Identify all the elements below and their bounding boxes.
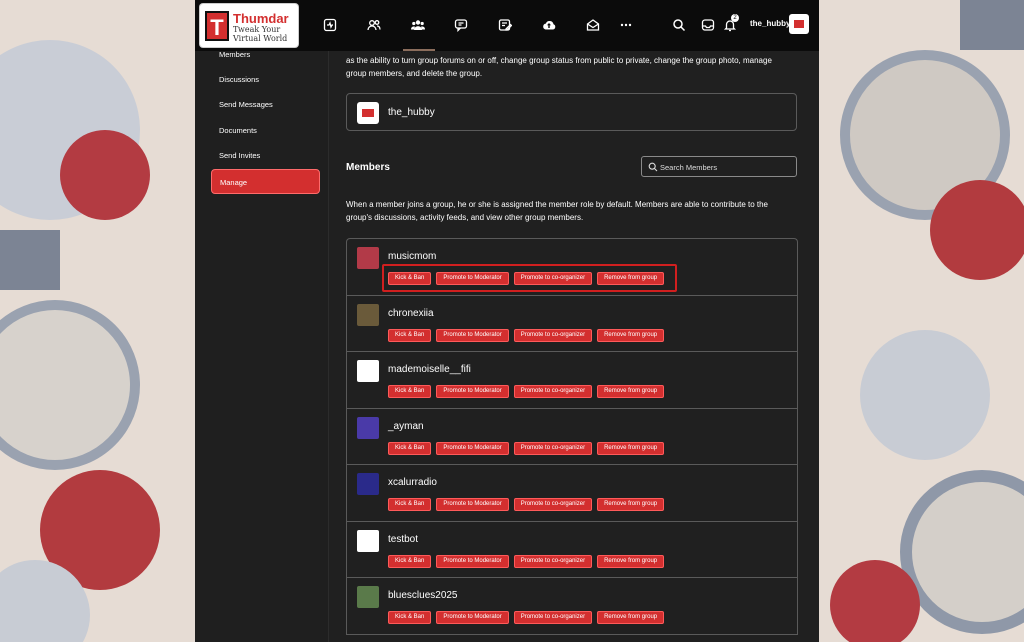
kick-ban-button[interactable]: Kick & Ban bbox=[388, 441, 432, 455]
member-avatar[interactable] bbox=[357, 247, 379, 269]
owner-avatar bbox=[357, 102, 379, 124]
kick-ban-button[interactable]: Kick & Ban bbox=[388, 554, 432, 568]
promote-to-moderator-button[interactable]: Promote to Moderator bbox=[436, 328, 509, 342]
group-owner-card[interactable]: the_hubby bbox=[346, 93, 797, 131]
actions-highlight-box bbox=[382, 264, 677, 292]
members-heading: Members bbox=[346, 162, 390, 173]
member-name[interactable]: chronexiia bbox=[388, 308, 434, 319]
mail-icon[interactable] bbox=[583, 15, 603, 35]
member-name[interactable]: bluesclues2025 bbox=[388, 590, 458, 601]
logo-letter: T bbox=[205, 11, 229, 41]
groups-icon[interactable] bbox=[408, 15, 428, 35]
remove-from-group-button[interactable]: Remove from group bbox=[597, 328, 665, 342]
site-logo[interactable]: T Thumdar Tweak Your Virtual World bbox=[200, 4, 298, 47]
promote-to-co-organizer-button[interactable]: Promote to co-organizer bbox=[513, 441, 593, 455]
messages-icon[interactable] bbox=[451, 15, 471, 35]
more-icon[interactable] bbox=[616, 15, 636, 35]
member-row: musicmom Kick & Ban Promote to Moderator Pr… bbox=[347, 239, 797, 296]
upload-icon[interactable] bbox=[539, 15, 559, 35]
promote-to-moderator-button[interactable]: Promote to Moderator bbox=[436, 498, 509, 511]
promote-to-moderator-button[interactable]: Promote to Moderator bbox=[436, 441, 509, 455]
kick-ban-button[interactable]: Kick & Ban bbox=[388, 328, 432, 342]
member-name[interactable]: _ayman bbox=[388, 421, 424, 432]
search-icon[interactable] bbox=[669, 15, 689, 35]
member-avatar[interactable] bbox=[357, 303, 379, 326]
remove-from-group-button[interactable]: Remove from group bbox=[597, 385, 665, 398]
sidebar-item-send-messages[interactable]: Send Messages bbox=[211, 92, 320, 117]
member-name[interactable]: testbot bbox=[388, 534, 418, 545]
member-actions: Kick & Ban Promote to Moderator Promote to… bbox=[388, 385, 665, 398]
kick-ban-button[interactable]: Kick & Ban bbox=[388, 611, 432, 624]
inbox-icon[interactable] bbox=[698, 15, 718, 35]
group-sidebar: Members Discussions Send Messages Docume… bbox=[195, 50, 328, 642]
member-row: testbot Kick & Ban Promote to Moderator Pro… bbox=[347, 522, 797, 578]
promote-to-co-organizer-button[interactable]: Promote to co-organizer bbox=[513, 328, 593, 342]
remove-from-group-button[interactable]: Remove from group bbox=[597, 554, 665, 568]
remove-from-group-button[interactable]: Remove from group bbox=[597, 498, 665, 511]
promote-to-co-organizer-button[interactable]: Promote to co-organizer bbox=[513, 385, 593, 398]
member-row: chronexiia Kick & Ban Promote to Moderator… bbox=[347, 296, 797, 352]
logo-name: Thumdar bbox=[233, 11, 289, 26]
promote-to-moderator-button[interactable]: Promote to Moderator bbox=[436, 385, 509, 398]
remove-from-group-button[interactable]: Remove from group bbox=[597, 611, 665, 624]
user-avatar[interactable] bbox=[789, 14, 809, 34]
blog-icon[interactable] bbox=[495, 15, 515, 35]
member-name[interactable]: xcalurradio bbox=[388, 477, 437, 488]
owner-name: the_hubby bbox=[388, 107, 435, 118]
member-avatar[interactable] bbox=[357, 416, 379, 439]
member-actions: Kick & Ban Promote to Moderator Promote to… bbox=[388, 611, 665, 624]
member-avatar[interactable] bbox=[357, 529, 379, 552]
notification-count-badge: 2 bbox=[731, 14, 739, 22]
member-avatar[interactable] bbox=[357, 360, 379, 382]
remove-from-group-button[interactable]: Remove from group bbox=[597, 441, 665, 455]
member-name[interactable]: musicmom bbox=[388, 251, 436, 262]
promote-to-co-organizer-button[interactable]: Promote to co-organizer bbox=[513, 554, 593, 568]
search-members-field bbox=[641, 156, 797, 178]
member-actions: Kick & Ban Promote to Moderator Promote to… bbox=[388, 441, 665, 455]
member-actions: Kick & Ban Promote to Moderator Promote to… bbox=[388, 328, 665, 342]
logo-tagline: Tweak Your Virtual World bbox=[233, 25, 288, 43]
member-list: musicmom Kick & Ban Promote to Moderator Pr… bbox=[346, 238, 798, 635]
kick-ban-button[interactable]: Kick & Ban bbox=[388, 498, 432, 511]
sidebar-item-documents[interactable]: Documents bbox=[211, 118, 320, 143]
member-row: xcalurradio Kick & Ban Promote to Moderato… bbox=[347, 465, 797, 522]
promote-to-co-organizer-button[interactable]: Promote to co-organizer bbox=[513, 611, 593, 624]
sidebar-item-members[interactable]: Members bbox=[211, 42, 320, 67]
friends-icon[interactable] bbox=[364, 15, 384, 35]
members-description: When a member joins a group, he or she i… bbox=[346, 200, 768, 222]
promote-to-co-organizer-button[interactable]: Promote to co-organizer bbox=[513, 498, 593, 511]
member-name[interactable]: mademoiselle__fifi bbox=[388, 364, 471, 375]
sidebar-divider bbox=[328, 51, 329, 642]
manage-members-panel: as the ability to turn group forums on o… bbox=[336, 51, 806, 642]
promote-to-moderator-button[interactable]: Promote to Moderator bbox=[436, 554, 509, 568]
sidebar-item-manage[interactable]: Manage bbox=[211, 169, 320, 194]
current-username[interactable]: the_hubby bbox=[750, 19, 790, 28]
member-actions: Kick & Ban Promote to Moderator Promote to… bbox=[388, 498, 665, 511]
manage-intro-text: as the ability to turn group forums on o… bbox=[346, 56, 772, 78]
member-actions: Kick & Ban Promote to Moderator Promote to… bbox=[388, 554, 665, 568]
member-row: mademoiselle__fifi Kick & Ban Promote to M… bbox=[347, 352, 797, 409]
member-row: _ayman Kick & Ban Promote to Moderator Prom… bbox=[347, 409, 797, 465]
sidebar-item-send-invites[interactable]: Send Invites bbox=[211, 143, 320, 168]
search-members-input[interactable] bbox=[658, 157, 797, 178]
promote-to-moderator-button[interactable]: Promote to Moderator bbox=[436, 611, 509, 624]
app-window: T Thumdar Tweak Your Virtual World 2 the… bbox=[195, 0, 819, 642]
member-avatar[interactable] bbox=[357, 473, 379, 495]
search-icon bbox=[648, 162, 658, 172]
member-avatar[interactable] bbox=[357, 586, 379, 608]
kick-ban-button[interactable]: Kick & Ban bbox=[388, 385, 432, 398]
activity-icon[interactable] bbox=[320, 15, 340, 35]
sidebar-item-discussions[interactable]: Discussions bbox=[211, 67, 320, 92]
member-row: bluesclues2025 Kick & Ban Promote to Moder… bbox=[347, 578, 797, 635]
